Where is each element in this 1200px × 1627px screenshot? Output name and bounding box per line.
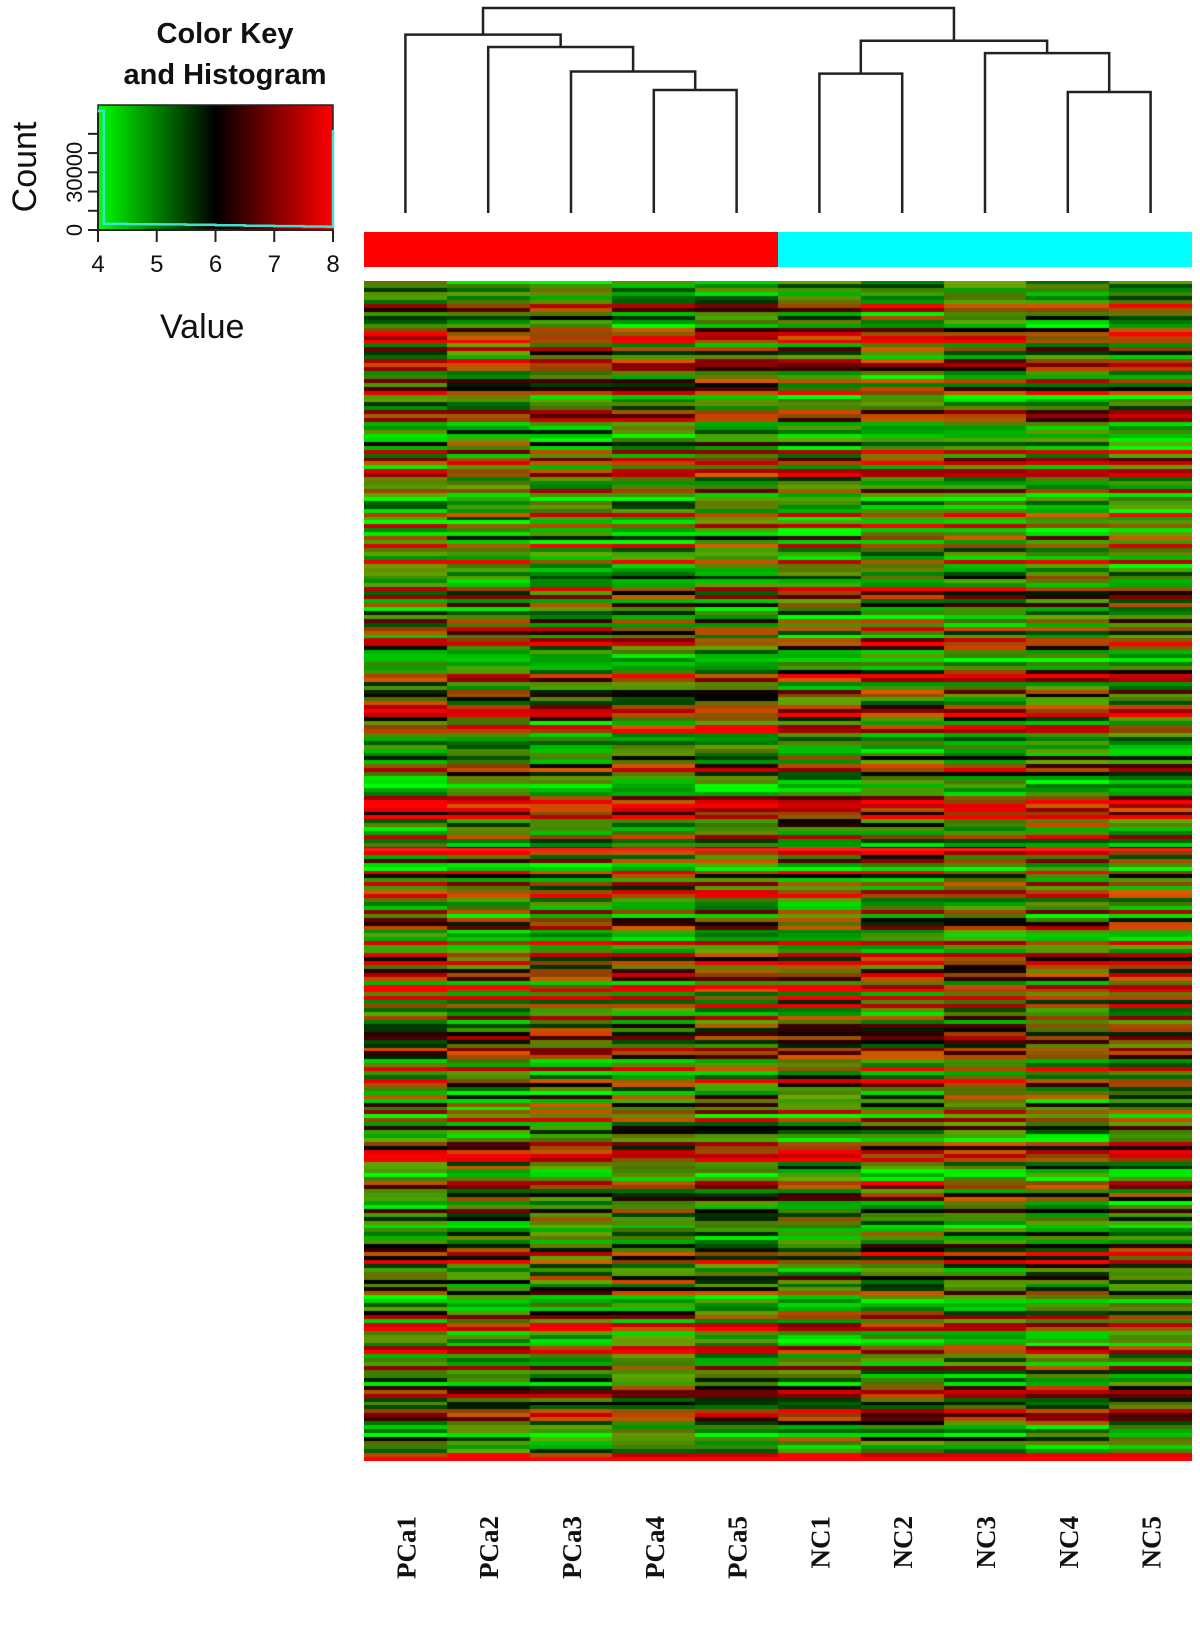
color-key-title-line1: Color Key [156,18,294,50]
y-tick-label: 0 [62,224,87,236]
x-tick-label: 4 [91,251,104,275]
column-label-pca2: PCa2 [474,1516,504,1579]
dendrogram-branch [818,72,904,213]
dendrogram-branch [652,88,738,213]
color-key-gradient [97,104,334,231]
column-label-nc5: NC5 [1137,1516,1167,1569]
column-labels: PCa1 PCa2 PCa3 PCa4 PCa5 NC1 NC2 NC3 NC4 NC5 [391,1516,1167,1579]
y-axis-label: Count [6,121,44,212]
color-key-title: Color Key and Histogram [95,14,355,96]
x-tick-label: 5 [150,251,163,275]
group-color-bar [364,232,1192,267]
group-bar-pca [364,232,778,267]
dendrogram-branch [569,70,697,213]
group-bar-nc [778,232,1192,267]
color-key-histogram: 4 5 6 7 8 0 30000 Count [6,104,340,275]
x-tick-label: 7 [268,251,281,275]
column-label-pca4: PCa4 [640,1516,670,1579]
column-label-nc3: NC3 [971,1516,1001,1569]
dendrogram-branch [859,39,1049,74]
column-dendrogram [404,6,1152,213]
x-tick-label: 6 [209,251,222,275]
x-tick-label: 8 [326,251,339,275]
y-tick-label: 30000 [62,142,87,203]
color-key-title-line2: and Histogram [123,59,327,91]
column-label-pca3: PCa3 [557,1516,587,1579]
dendrogram-branch [983,51,1111,213]
dendrogram-branch [1066,90,1152,213]
column-label-nc4: NC4 [1054,1516,1084,1569]
heatmap-grid [364,281,1192,1461]
x-axis-label: Value [160,308,245,346]
dendrogram-branch [404,33,562,213]
column-label-nc2: NC2 [888,1516,918,1569]
column-label-pca1: PCa1 [391,1516,421,1579]
column-label-nc1: NC1 [805,1516,835,1569]
column-label-pca5: PCa5 [723,1516,753,1579]
